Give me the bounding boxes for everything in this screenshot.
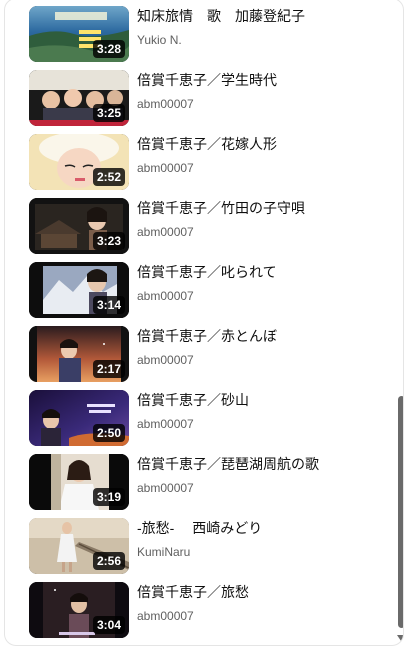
duration-badge: 2:50 <box>92 424 125 442</box>
video-item[interactable]: 2:50 倍賞千恵子／砂山 abm00007 <box>29 390 389 454</box>
video-item[interactable]: 3:28 知床旅情 歌 加藤登紀子 Yukio N. <box>29 6 389 70</box>
video-item[interactable]: 3:19 倍賞千恵子／琵琶湖周航の歌 abm00007 <box>29 454 389 518</box>
video-thumbnail[interactable]: 3:25 <box>29 70 129 126</box>
scrollbar-thumb[interactable] <box>398 396 403 628</box>
video-title[interactable]: 倍賞千恵子／琵琶湖周航の歌 <box>137 455 387 473</box>
duration-badge: 3:19 <box>92 488 125 506</box>
video-title[interactable]: 倍賞千恵子／旅愁 <box>137 583 387 601</box>
channel-name[interactable]: Yukio N. <box>137 32 182 48</box>
channel-name[interactable]: abm00007 <box>137 480 194 496</box>
duration-badge: 2:52 <box>92 168 125 186</box>
duration-badge: 3:25 <box>92 104 125 122</box>
video-title[interactable]: 倍賞千恵子／竹田の子守唄 <box>137 199 387 217</box>
duration-badge: 3:14 <box>92 296 125 314</box>
duration-badge: 3:23 <box>92 232 125 250</box>
video-item[interactable]: 3:04 倍賞千恵子／旅愁 abm00007 <box>29 582 389 645</box>
video-item[interactable]: 2:17 倍賞千恵子／赤とんぼ abm00007 <box>29 326 389 390</box>
channel-name[interactable]: abm00007 <box>137 288 194 304</box>
duration-badge: 3:04 <box>92 616 125 634</box>
video-thumbnail[interactable]: 2:56 <box>29 518 129 574</box>
video-thumbnail[interactable]: 2:17 <box>29 326 129 382</box>
video-item[interactable]: 3:25 倍賞千恵子／学生時代 abm00007 <box>29 70 389 134</box>
video-thumbnail[interactable]: 3:23 <box>29 198 129 254</box>
channel-name[interactable]: abm00007 <box>137 96 194 112</box>
video-title[interactable]: 倍賞千恵子／赤とんぼ <box>137 327 387 345</box>
video-thumbnail[interactable]: 3:28 <box>29 6 129 62</box>
video-thumbnail[interactable]: 2:52 <box>29 134 129 190</box>
channel-name[interactable]: abm00007 <box>137 416 194 432</box>
video-title[interactable]: -旅愁- 西崎みどり <box>137 519 387 537</box>
video-thumbnail[interactable]: 3:14 <box>29 262 129 318</box>
video-item[interactable]: 2:52 倍賞千恵子／花嫁人形 abm00007 <box>29 134 389 198</box>
video-item[interactable]: 2:56 -旅愁- 西崎みどり KumiNaru <box>29 518 389 582</box>
duration-badge: 3:28 <box>92 40 125 58</box>
video-thumbnail[interactable]: 3:04 <box>29 582 129 638</box>
scroll-down-arrow-icon[interactable] <box>397 635 403 641</box>
video-title[interactable]: 倍賞千恵子／砂山 <box>137 391 387 409</box>
video-title[interactable]: 倍賞千恵子／学生時代 <box>137 71 387 89</box>
duration-badge: 2:56 <box>92 552 125 570</box>
video-title[interactable]: 知床旅情 歌 加藤登紀子 <box>137 7 387 25</box>
video-item[interactable]: 3:23 倍賞千恵子／竹田の子守唄 abm00007 <box>29 198 389 262</box>
channel-name[interactable]: abm00007 <box>137 608 194 624</box>
up-next-panel: 3:28 知床旅情 歌 加藤登紀子 Yukio N. 3:25 倍賞千恵子／学生… <box>4 0 404 646</box>
channel-name[interactable]: abm00007 <box>137 160 194 176</box>
video-item[interactable]: 3:14 倍賞千恵子／叱られて abm00007 <box>29 262 389 326</box>
video-thumbnail[interactable]: 3:19 <box>29 454 129 510</box>
video-title[interactable]: 倍賞千恵子／花嫁人形 <box>137 135 387 153</box>
video-title[interactable]: 倍賞千恵子／叱られて <box>137 263 387 281</box>
channel-name[interactable]: KumiNaru <box>137 544 190 560</box>
channel-name[interactable]: abm00007 <box>137 224 194 240</box>
video-thumbnail[interactable]: 2:50 <box>29 390 129 446</box>
channel-name[interactable]: abm00007 <box>137 352 194 368</box>
video-list: 3:28 知床旅情 歌 加藤登紀子 Yukio N. 3:25 倍賞千恵子／学生… <box>29 6 389 645</box>
duration-badge: 2:17 <box>92 360 125 378</box>
